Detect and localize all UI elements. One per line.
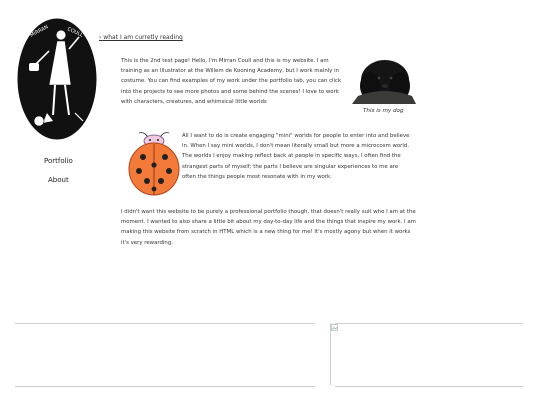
dog-caption: This is my dog bbox=[363, 108, 404, 114]
panel-divider bbox=[330, 323, 331, 385]
bottom-right-panel bbox=[335, 323, 523, 387]
currently-reading-link[interactable]: › what I am curretly reading bbox=[99, 34, 183, 41]
intro-paragraph: This is the 2nd test page! Hello, I'm Mi… bbox=[121, 58, 342, 105]
site-logo[interactable]: MIRRAN COULL bbox=[17, 15, 97, 141]
dog-photo bbox=[352, 56, 416, 104]
broken-image-icon bbox=[331, 324, 338, 331]
mini-worlds-paragraph: All I want to do is create engaging "min… bbox=[121, 131, 413, 187]
website-purpose-paragraph: I didn't want this website to be purely … bbox=[121, 209, 416, 246]
nav-portfolio-link[interactable]: Portfolio bbox=[44, 157, 73, 165]
mini-worlds-text: All I want to do is create engaging "min… bbox=[182, 133, 410, 180]
bottom-left-panel bbox=[15, 323, 315, 387]
nav-about-link[interactable]: About bbox=[48, 176, 69, 184]
